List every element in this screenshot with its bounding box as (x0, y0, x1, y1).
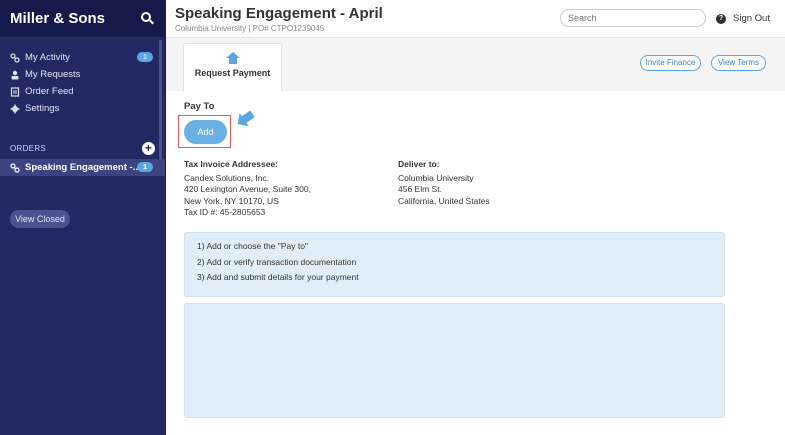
brand-bar: Miller & Sons (0, 0, 165, 37)
activity-link-icon (10, 52, 20, 63)
tab-request-payment[interactable]: Request Payment (183, 43, 282, 91)
address-line: Columbia University (398, 172, 474, 183)
link-icon (10, 162, 20, 173)
add-pay-to-button[interactable]: Add (184, 120, 227, 144)
pointer-arrow-icon (237, 110, 255, 127)
gear-icon (10, 104, 20, 114)
page-title: Speaking Engagement - April (175, 5, 383, 22)
address-line: 420 Lexington Avenue, Suite 300, (184, 184, 311, 194)
person-icon (10, 70, 20, 80)
instruction-step: 2) Add or verify transaction documentati… (197, 256, 357, 267)
search-input[interactable] (560, 9, 706, 27)
view-closed-button[interactable]: View Closed (10, 210, 70, 228)
instruction-step: 1) Add or choose the "Pay to" (197, 241, 308, 251)
deliver-to-heading: Deliver to: (398, 159, 440, 169)
sidebar-item-label: My Requests (25, 69, 81, 80)
orders-section-header: ORDERS + (0, 141, 165, 155)
tax-id-line: Tax ID #: 45-2805653 (184, 207, 266, 217)
sidebar-item-label: Settings (25, 103, 60, 114)
sidebar-item-settings[interactable]: Settings (0, 100, 165, 117)
sidebar-item-label: My Activity (25, 52, 70, 63)
sidebar-item-order-feed[interactable]: Order Feed (0, 83, 165, 100)
document-icon (10, 86, 20, 97)
order-label: Speaking Engagement -... (25, 162, 141, 173)
main-content: Request Payment Invite Finance View Term… (166, 37, 785, 435)
orders-heading: ORDERS (10, 143, 47, 153)
tab-label: Request Payment (194, 68, 271, 78)
pay-to-label: Pay To (184, 101, 215, 112)
address-line: 456 Elm St. (398, 184, 442, 194)
request-payment-panel: Pay To Add Tax Invoice Addressee: Candex… (166, 91, 785, 435)
tax-invoice-addressee: Tax Invoice Addressee: Candex Solutions,… (184, 159, 311, 219)
view-terms-button[interactable]: View Terms (711, 55, 766, 71)
home-icon (225, 52, 240, 64)
sidebar-item-my-activity[interactable]: My Activity 1 (0, 49, 165, 66)
instructions-box: 1) Add or choose the "Pay to" 2) Add or … (184, 232, 725, 297)
order-count-badge: 1 (137, 162, 153, 172)
sidebar-item-my-requests[interactable]: My Requests (0, 66, 165, 83)
payment-details-area (184, 303, 725, 418)
activity-count-badge: 1 (137, 52, 153, 62)
sidebar-scrollbar[interactable] (159, 40, 162, 160)
sidebar: Miller & Sons My Activity 1 My Requests … (0, 0, 166, 435)
address-line: Candex Solutions, Inc. (184, 172, 270, 183)
tax-invoice-heading: Tax Invoice Addressee: (184, 159, 279, 169)
sidebar-order-speaking-engagement[interactable]: Speaking Engagement -... 1 (0, 159, 165, 176)
invite-finance-button[interactable]: Invite Finance (640, 55, 701, 71)
sidebar-item-label: Order Feed (25, 86, 74, 97)
address-line: New York, NY 10170, US (184, 195, 279, 206)
top-header: Speaking Engagement - April Columbia Uni… (166, 0, 785, 37)
page-subtitle: Columbia University | PO# CTPO1239045 (175, 24, 325, 33)
add-order-button[interactable]: + (142, 141, 155, 155)
deliver-to: Deliver to: Columbia University 456 Elm … (398, 159, 490, 207)
search-icon[interactable] (141, 11, 155, 26)
add-highlight-frame: Add (178, 115, 231, 148)
sidebar-nav: My Activity 1 My Requests Order Feed Set… (0, 49, 165, 117)
sign-out-link[interactable]: Sign Out (733, 13, 770, 24)
brand-name: Miller & Sons (10, 10, 106, 27)
address-line: California, United States (398, 195, 490, 206)
instruction-step: 3) Add and submit details for your payme… (197, 272, 359, 282)
help-icon[interactable]: ? (716, 14, 726, 24)
